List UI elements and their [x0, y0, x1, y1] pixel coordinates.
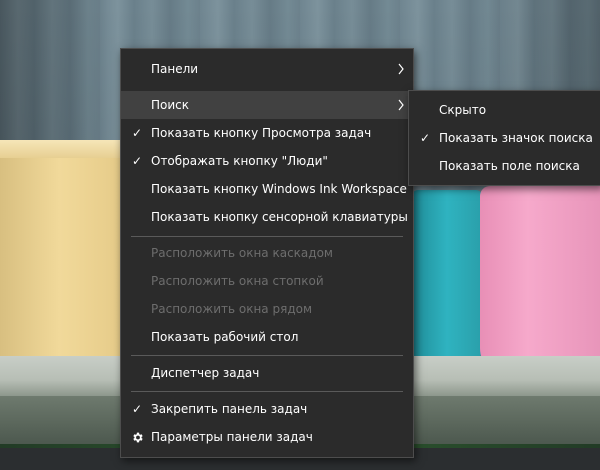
submenu-item-show-search-box[interactable]: Показать поле поиска	[409, 152, 600, 180]
menu-item-show-task-view-button[interactable]: ✓ Показать кнопку Просмотра задач	[121, 119, 413, 147]
menu-item-label: Показать кнопку сенсорной клавиатуры	[151, 210, 408, 224]
menu-item-label: Отображать кнопку "Люди"	[151, 154, 328, 168]
menu-item-show-ink-workspace-button[interactable]: Показать кнопку Windows Ink Workspace	[121, 175, 413, 203]
menu-item-search[interactable]: Поиск	[121, 91, 413, 119]
menu-item-show-desktop[interactable]: Показать рабочий стол	[121, 323, 413, 351]
menu-item-show-people-button[interactable]: ✓ Отображать кнопку "Люди"	[121, 147, 413, 175]
search-submenu: Скрыто ✓ Показать значок поиска Показать…	[408, 90, 600, 186]
menu-item-label: Расположить окна рядом	[151, 302, 313, 316]
menu-item-label: Показать рабочий стол	[151, 330, 299, 344]
menu-separator	[131, 236, 403, 237]
wallpaper-yellow-pot	[0, 148, 132, 370]
wallpaper-yellow-pot-rim	[0, 140, 140, 158]
menu-item-label: Расположить окна каскадом	[151, 246, 333, 260]
submenu-item-label: Показать значок поиска	[439, 131, 593, 145]
menu-item-stack-windows: Расположить окна стопкой	[121, 267, 413, 295]
menu-item-label: Параметры панели задач	[151, 430, 313, 444]
submenu-item-label: Скрыто	[439, 103, 487, 117]
checkmark-icon: ✓	[419, 131, 431, 145]
menu-item-label: Показать кнопку Просмотра задач	[151, 126, 372, 140]
menu-item-label: Панели	[151, 62, 199, 76]
submenu-item-label: Показать поле поиска	[439, 159, 580, 173]
menu-item-lock-taskbar[interactable]: ✓ Закрепить панель задач	[121, 395, 413, 423]
menu-item-label: Расположить окна стопкой	[151, 274, 324, 288]
taskbar-context-menu: Панели Поиск ✓ Показать кнопку Просмотра…	[120, 48, 414, 458]
menu-item-label: Диспетчер задач	[151, 366, 260, 380]
menu-item-label: Закрепить панель задач	[151, 402, 308, 416]
menu-item-toolbars[interactable]: Панели	[121, 55, 413, 83]
wallpaper-pink-pot	[480, 186, 600, 378]
chevron-right-icon	[395, 91, 407, 119]
submenu-item-hidden[interactable]: Скрыто	[409, 96, 600, 124]
wallpaper-teal-pot	[412, 190, 482, 368]
checkmark-icon: ✓	[131, 154, 143, 168]
menu-item-label: Показать кнопку Windows Ink Workspace	[151, 182, 407, 196]
menu-item-cascade-windows: Расположить окна каскадом	[121, 239, 413, 267]
menu-item-taskbar-settings[interactable]: Параметры панели задач	[121, 423, 413, 451]
chevron-right-icon	[395, 55, 407, 83]
menu-separator	[131, 355, 403, 356]
menu-item-show-touch-keyboard-button[interactable]: Показать кнопку сенсорной клавиатуры	[121, 203, 413, 231]
checkmark-icon: ✓	[131, 402, 143, 416]
menu-item-side-by-side-windows: Расположить окна рядом	[121, 295, 413, 323]
menu-separator	[131, 391, 403, 392]
menu-item-label: Поиск	[151, 98, 190, 112]
checkmark-icon: ✓	[131, 126, 143, 140]
menu-item-task-manager[interactable]: Диспетчер задач	[121, 359, 413, 387]
submenu-item-show-search-icon[interactable]: ✓ Показать значок поиска	[409, 124, 600, 152]
gear-icon	[129, 423, 145, 451]
